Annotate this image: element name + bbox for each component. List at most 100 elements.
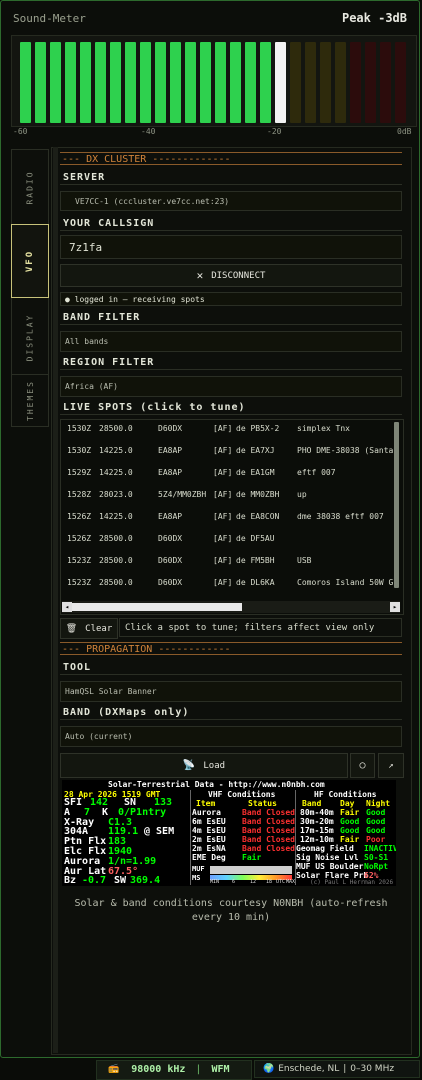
tab-radio[interactable]: RADIO	[12, 150, 48, 225]
spot-row[interactable]: 1529Z 14225.0 EA8AP [AF] de EA1GM eftf 007	[61, 462, 401, 484]
external-link-icon: ↗	[388, 760, 394, 771]
muf-bar	[210, 866, 292, 874]
spot-row[interactable]: 1526Z 14225.0 EA8AP [AF] de EA8CON dme 38038 …	[61, 506, 401, 528]
solar-label: SW	[114, 875, 127, 886]
spot-call: D60DX	[158, 424, 183, 433]
spot-call: D60DX	[158, 578, 183, 587]
clear-button[interactable]: 🗑 Clear	[60, 618, 118, 639]
tab-display[interactable]: DISPLAY	[12, 300, 48, 375]
tab-label: VFO	[24, 249, 35, 273]
spot-region: [AF]	[213, 556, 233, 565]
tool-select[interactable]: HamQSL Solar Banner	[60, 681, 402, 702]
meter-bar	[155, 42, 166, 123]
scroll-right-icon[interactable]: ▸	[390, 602, 400, 612]
solar-value: -0.7	[82, 875, 107, 886]
meter-bar	[140, 42, 151, 123]
server-select[interactable]: VE7CC-1 (cccluster.ve7cc.net:23)	[60, 191, 402, 211]
open-external-button[interactable]: ↗	[378, 753, 404, 778]
band-filter-select[interactable]: All bands	[60, 331, 402, 352]
tool-value: HamQSL Solar Banner	[65, 687, 157, 696]
meter-scale-label: -60	[13, 127, 28, 136]
hf-day: Good	[340, 817, 360, 826]
spot-spotter: de EA1GM	[236, 468, 275, 477]
spot-freq: 28500.0	[99, 578, 133, 587]
tab-themes[interactable]: THEMES	[12, 374, 48, 426]
muf-scale-label: MIN	[210, 879, 220, 885]
scroll-left-icon[interactable]: ◂	[62, 602, 72, 612]
callsign-input[interactable]: 7z1fa	[60, 235, 402, 259]
spot-row[interactable]: 1523Z 28500.0 D60DX [AF] de DL6KA Comoros Isl…	[61, 572, 401, 594]
meter-bar	[185, 42, 196, 123]
vhf-head-status: Status	[248, 799, 277, 808]
meter-bar	[215, 42, 226, 123]
spot-region: [AF]	[213, 446, 233, 455]
hf-band: 12m-10m	[300, 835, 334, 844]
tab-vfo[interactable]: VFO	[11, 224, 49, 298]
status-mode: WFM	[211, 1063, 230, 1075]
spots-vertical-scrollbar[interactable]	[394, 422, 399, 588]
spot-region: [AF]	[213, 534, 233, 543]
spot-spotter: de PB5X-2	[236, 424, 280, 433]
region-filter-value: Africa (AF)	[65, 382, 118, 391]
status-frequency: 98000 kHz	[131, 1063, 186, 1075]
hf-extra-value: INACTIVE	[364, 844, 396, 853]
spot-row[interactable]: 1523Z 28500.0 D60DX [AF] de FM5BH USB	[61, 550, 401, 572]
load-button[interactable]: 📡 Load	[60, 753, 348, 778]
hf-night: Good	[366, 808, 386, 817]
vhf-status: Band Closed	[242, 835, 295, 844]
spot-spotter: de EA8CON	[236, 512, 280, 521]
spot-row[interactable]: 1526Z 28500.0 D60DX [AF] de DF5AU	[61, 528, 401, 550]
scroll-thumb[interactable]	[72, 603, 242, 611]
disconnect-label: DISCONNECT	[211, 270, 266, 281]
sound-meter	[11, 35, 417, 127]
meter-bar	[20, 42, 31, 123]
band-select[interactable]: Auto (current)	[60, 726, 402, 747]
meter-bar	[275, 42, 286, 123]
panel-scrollbar[interactable]	[53, 147, 58, 1053]
solar-value: 369.4	[130, 875, 161, 886]
meter-bar	[260, 42, 271, 123]
meter-peak-readout: Peak -3dB	[341, 11, 407, 25]
meter-bars	[20, 42, 410, 123]
vhf-status: Band Closed	[242, 826, 295, 835]
solar-label: Bz	[64, 875, 77, 886]
hf-night: Poor	[366, 835, 386, 844]
hf-extra-label: Sig Noise Lvl	[296, 853, 359, 862]
app-window: Sound-Meter Peak -3dB -60 -40 -20 0dB RA…	[0, 0, 420, 1058]
close-icon: ✕	[196, 269, 204, 282]
tab-label: DISPLAY	[25, 313, 35, 361]
solar-banner: Solar-Terrestrial Data - http://www.n0nb…	[62, 780, 396, 886]
hf-day: Fair	[340, 808, 360, 817]
spot-region: [AF]	[213, 578, 233, 587]
propagation-note: Solar & band conditions courtesy N0NBH (…	[74, 898, 388, 923]
region-filter-label: REGION FILTER	[60, 355, 402, 370]
hf-extra-label: Geomag Field	[296, 844, 354, 853]
live-spots-list[interactable]: 1530Z 28500.0 D60DX [AF] de PB5X-2 simplex Tn…	[60, 419, 404, 615]
server-value: VE7CC-1 (cccluster.ve7cc.net:23)	[75, 196, 230, 206]
status-separator: |	[343, 1064, 347, 1074]
muf-scale-label: MAX	[286, 879, 296, 885]
region-filter-select[interactable]: Africa (AF)	[60, 376, 402, 397]
vhf-item: 4m EsEU	[192, 826, 226, 835]
status-bar: 📻 98000 kHz | WFM	[108, 1060, 230, 1078]
spot-call: D60DX	[158, 534, 183, 543]
spot-region: [AF]	[213, 512, 233, 521]
spot-comment: USB	[297, 556, 312, 565]
status-location-box[interactable]: 🌍 Enschede, NL | 0–30 MHz	[254, 1060, 420, 1078]
spot-comment: dme 38038 eftf 007	[297, 512, 384, 521]
disconnect-button[interactable]: ✕ DISCONNECT	[60, 264, 402, 287]
spot-row[interactable]: 1528Z 28023.0 5Z4/MM0ZBH [AF] de MM0ZBH up	[61, 484, 401, 506]
spot-row[interactable]: 1530Z 14225.0 EA8AP [AF] de EA7XJ PHO DME-380…	[61, 440, 401, 462]
hf-night: Good	[366, 817, 386, 826]
meter-bar	[125, 42, 136, 123]
refresh-button[interactable]: ○	[350, 753, 375, 778]
spot-row[interactable]: 1530Z 28500.0 D60DX [AF] de PB5X-2 simplex Tn…	[61, 420, 401, 440]
meter-bar	[170, 42, 181, 123]
meter-scale-label: -20	[267, 127, 282, 136]
refresh-icon: ○	[359, 760, 366, 771]
spot-call: EA8AP	[158, 446, 183, 455]
spots-horizontal-scrollbar[interactable]: ◂ ▸	[62, 601, 400, 613]
banner-footer: (c) Paul L Herrman 2026	[310, 879, 394, 886]
spot-time: 1523Z	[67, 578, 92, 587]
clear-label: Clear	[85, 623, 113, 634]
